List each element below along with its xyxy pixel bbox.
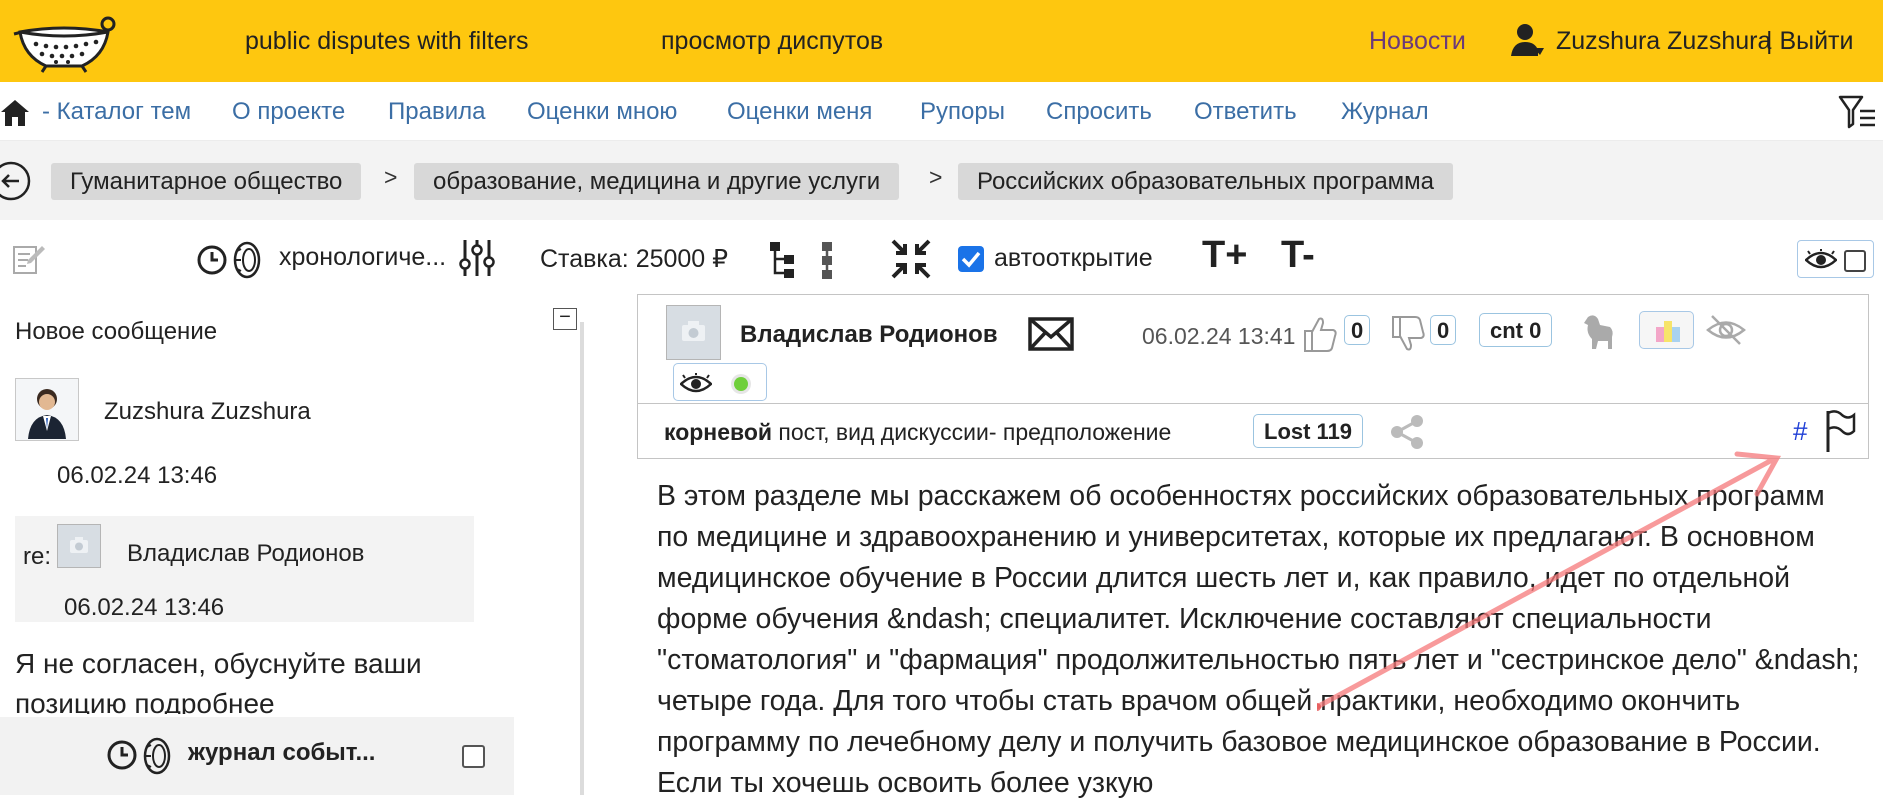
color-tags-button[interactable] (1639, 311, 1694, 349)
stake-amount: Ставка: 25000 ₽ (540, 245, 729, 273)
clock-icon[interactable] (106, 739, 138, 771)
toolbar: хронологиче... Ставка: 25000 ₽ автооткры… (0, 220, 1883, 298)
cnt-badge: cnt 0 (1479, 313, 1553, 347)
top-bar: public disputes with filters просмотр ди… (0, 0, 1883, 82)
colander-logo-icon[interactable] (12, 10, 116, 74)
breadcrumb-humanitarian-society[interactable]: Гуманитарное общество (51, 163, 362, 200)
left-panel: − Новое сообщение Zuzshura Zuzshura 06.0… (0, 298, 585, 795)
nav-ask[interactable]: Спросить (1046, 98, 1152, 126)
user-name[interactable]: Zuzshura Zuzshura (1556, 27, 1771, 56)
nav-about[interactable]: О проекте (232, 98, 345, 126)
tree-view-icon[interactable] (768, 240, 798, 280)
lost-badge: Lost 119 (1253, 414, 1364, 448)
journal-checkbox[interactable] (462, 745, 485, 768)
dog-icon[interactable] (1580, 311, 1616, 351)
user-icon (1511, 24, 1544, 56)
visibility-checkbox[interactable] (1844, 250, 1866, 272)
post-header: Владислав Родионов 06.02.24 13:41 0 0 cn… (637, 294, 1869, 404)
clock-icon[interactable] (196, 244, 228, 276)
reply-date: 06.02.24 13:46 (64, 594, 225, 621)
camera-icon (682, 321, 705, 341)
collapse-all-icon[interactable] (890, 238, 932, 280)
nav-my-ratings[interactable]: Оценки мною (527, 98, 677, 126)
reply-reference[interactable]: re: Владислав Родионов 06.02.24 13:46 (15, 516, 474, 622)
back-icon[interactable] (0, 160, 32, 202)
avatar[interactable] (57, 524, 101, 568)
autoopen-label[interactable]: автооткрытие (994, 244, 1153, 273)
likes-count: 0 (1344, 315, 1371, 345)
dislikes-count: 0 (1430, 315, 1457, 345)
breadcrumb-education-medicine[interactable]: образование, медицина и другие услуги (414, 163, 900, 200)
user-avatar-icon (16, 379, 78, 440)
autoopen-checkbox[interactable] (957, 245, 985, 273)
font-decrease-button[interactable]: T- (1281, 234, 1315, 277)
sort-mode-label[interactable]: хронологиче... (279, 243, 446, 272)
post-type-bold: корневой (664, 419, 773, 445)
avatar[interactable] (666, 305, 721, 360)
logout-link[interactable]: | Выйти (1766, 27, 1853, 56)
breadcrumb-separator: > (384, 164, 398, 190)
main-nav: - Каталог тем О проекте Правила Оценки м… (0, 82, 1883, 141)
message-text: Я не согласен, обуснуйте ваши позицию по… (15, 648, 422, 714)
post-date: 06.02.24 13:41 (1142, 323, 1296, 349)
eye-icon (1805, 249, 1837, 269)
camera-icon (70, 537, 88, 553)
breadcrumb-separator: > (929, 164, 943, 190)
home-icon[interactable] (0, 99, 30, 127)
message-date: 06.02.24 13:46 (57, 462, 218, 489)
reply-prefix: re: (23, 543, 52, 570)
annotation-arrow-icon (1317, 451, 1782, 711)
thumbs-up-icon[interactable] (1302, 315, 1338, 353)
nav-megaphones[interactable]: Рупоры (920, 98, 1005, 126)
news-link[interactable]: Новости (1369, 27, 1466, 56)
visibility-toggle[interactable] (1797, 240, 1874, 278)
online-status-icon (731, 374, 751, 394)
nav-title-disputes-filters[interactable]: public disputes with filters (245, 27, 528, 56)
tire-icon[interactable] (232, 241, 262, 279)
post-author[interactable]: Владислав Родионов (740, 321, 998, 349)
envelope-icon[interactable] (1028, 317, 1074, 351)
message-author[interactable]: Zuzshura Zuzshura (104, 398, 311, 426)
reply-author[interactable]: Владислав Родионов (127, 540, 364, 568)
sliders-icon[interactable] (458, 238, 496, 278)
nav-rules[interactable]: Правила (388, 98, 485, 126)
breadcrumb: Гуманитарное общество > образование, мед… (0, 141, 1883, 220)
post-type: корневой пост, вид дискуссии- предположе… (664, 419, 1171, 446)
anchor-hash-link[interactable]: # (1793, 416, 1807, 447)
journal-label[interactable]: журнал событ... (188, 739, 375, 767)
thumbs-down-icon[interactable] (1390, 315, 1426, 353)
view-status-box[interactable] (673, 363, 767, 401)
eye-icon (680, 373, 712, 393)
flat-view-icon[interactable] (818, 240, 836, 280)
post-card: Владислав Родионов 06.02.24 13:41 0 0 cn… (637, 294, 1869, 799)
collapse-panel-button[interactable]: − (553, 307, 577, 330)
new-message-title: Новое сообщение (15, 318, 218, 345)
nav-title-view-disputes[interactable]: просмотр диспутов (661, 27, 883, 56)
nav-ratings-of-me[interactable]: Оценки меня (727, 98, 872, 126)
panel-divider[interactable] (580, 322, 584, 795)
nav-answer[interactable]: Ответить (1194, 98, 1297, 126)
edit-note-icon[interactable] (12, 242, 46, 276)
nav-journal[interactable]: Журнал (1341, 98, 1429, 126)
nav-catalog[interactable]: - Каталог тем (42, 98, 191, 126)
breadcrumb-russian-programs[interactable]: Российских образовательных программа (958, 163, 1454, 200)
color-bars-icon (1656, 321, 1680, 342)
tire-icon[interactable] (142, 737, 172, 775)
journal-bar: журнал событ... (0, 717, 514, 795)
font-increase-button[interactable]: T+ (1202, 234, 1247, 277)
filter-list-icon[interactable] (1838, 94, 1876, 130)
hide-eye-icon[interactable] (1706, 313, 1746, 347)
avatar[interactable] (15, 378, 79, 441)
post-type-rest: пост, вид дискуссии- предположение (772, 419, 1172, 445)
